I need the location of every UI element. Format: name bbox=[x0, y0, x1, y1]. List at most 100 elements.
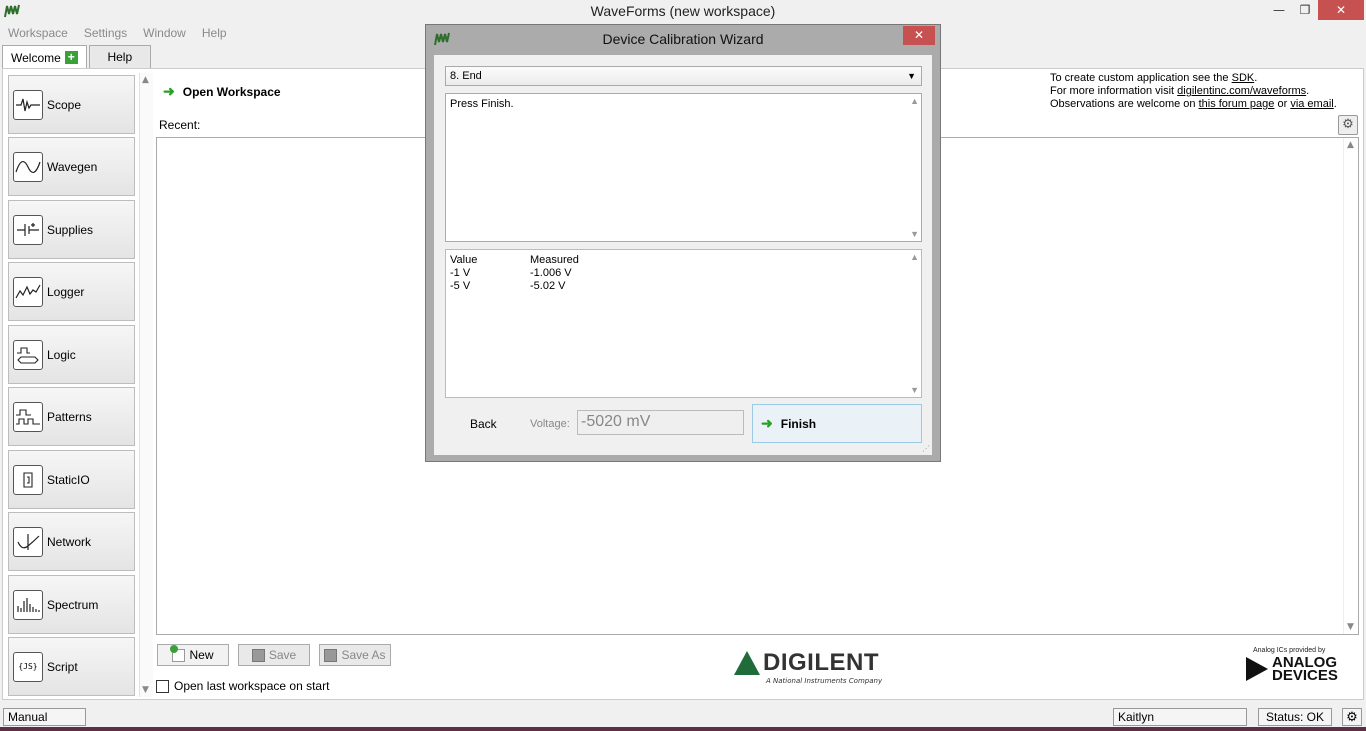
scroll-up-icon[interactable]: ▲ bbox=[1347, 140, 1354, 150]
scroll-down-icon[interactable]: ▼ bbox=[910, 385, 919, 395]
taskbar-strip bbox=[0, 727, 1366, 731]
manual-trigger-button[interactable]: Manual Trigger bbox=[3, 708, 86, 731]
menu-bar: Workspace Settings Window Help bbox=[0, 24, 235, 44]
staticio-icon bbox=[13, 464, 43, 495]
logic-icon bbox=[13, 339, 43, 370]
info-text-line: For more information visit bbox=[1050, 85, 1178, 97]
instructions-text[interactable]: Press Finish. ▲ ▼ bbox=[445, 93, 922, 242]
scroll-up-icon[interactable]: ▲ bbox=[910, 96, 919, 106]
finish-button-label: Finish bbox=[780, 416, 817, 431]
step-select-value: 8. End bbox=[450, 70, 482, 82]
device-indicator[interactable]: Kaitlyn SN:210321A1881E bbox=[1113, 708, 1247, 731]
table-row: -5 V -5.02 V bbox=[450, 280, 917, 293]
forum-link[interactable]: this forum page bbox=[1199, 98, 1275, 110]
adi-triangle-icon bbox=[1246, 657, 1268, 681]
digilent-wordmark: DIGILENT bbox=[763, 649, 879, 676]
sidebar-item-supplies[interactable]: Supplies bbox=[8, 200, 135, 259]
voltage-label: Voltage: bbox=[530, 418, 570, 430]
dialog-body: 8. End ▼ Press Finish. ▲ ▼ Value Measure… bbox=[434, 55, 932, 455]
sidebar-item-script[interactable]: {JS} Script bbox=[8, 637, 135, 696]
sidebar-item-patterns[interactable]: Patterns bbox=[8, 387, 135, 446]
info-text-line: Observations are welcome on bbox=[1050, 98, 1199, 110]
tab-bar: Welcome + Help bbox=[2, 45, 153, 69]
sidebar-scrollbar[interactable]: ▲ ▼ bbox=[139, 73, 153, 697]
sidebar-item-label: Script bbox=[47, 659, 78, 674]
patterns-icon bbox=[13, 401, 43, 432]
step-select[interactable]: 8. End ▼ bbox=[445, 66, 922, 86]
sidebar-item-wavegen[interactable]: Wavegen bbox=[8, 137, 135, 196]
save-as-button-label: Save As bbox=[341, 648, 386, 662]
sidebar-item-label: Network bbox=[47, 534, 92, 549]
back-button[interactable]: Back bbox=[470, 417, 497, 431]
column-header-measured: Measured bbox=[530, 254, 579, 266]
network-icon bbox=[13, 526, 43, 557]
sidebar-item-logic[interactable]: Logic bbox=[8, 325, 135, 384]
table-cell: -5 V bbox=[450, 280, 471, 292]
spectrum-icon bbox=[13, 589, 43, 620]
scroll-down-icon[interactable]: ▼ bbox=[910, 229, 919, 239]
finish-button[interactable]: ➜ Finish bbox=[752, 404, 922, 443]
calibration-wizard-dialog: Device Calibration Wizard ✕ 8. End ▼ Pre… bbox=[425, 24, 941, 462]
adi-line2: DEVICES bbox=[1272, 667, 1338, 684]
sidebar-item-label: Logic bbox=[47, 347, 76, 362]
info-text-line: or bbox=[1274, 98, 1291, 110]
tab-welcome[interactable]: Welcome + bbox=[2, 45, 87, 69]
tab-help[interactable]: Help bbox=[88, 45, 151, 68]
dialog-close-button[interactable]: ✕ bbox=[903, 26, 935, 45]
save-button-label: Save bbox=[268, 648, 297, 662]
sidebar-item-scope[interactable]: Scope bbox=[8, 75, 135, 134]
open-workspace-label: Open Workspace bbox=[182, 84, 281, 99]
sidebar-item-label: Wavegen bbox=[47, 159, 98, 174]
new-button[interactable]: New bbox=[157, 644, 229, 666]
menu-window[interactable]: Window bbox=[135, 24, 194, 44]
scroll-down-icon[interactable]: ▼ bbox=[142, 685, 149, 695]
close-button[interactable]: ✕ bbox=[1318, 0, 1364, 20]
tab-help-label: Help bbox=[107, 50, 133, 64]
recent-scrollbar[interactable]: ▲ ▼ bbox=[1343, 138, 1358, 634]
logger-icon bbox=[13, 276, 43, 307]
maximize-button[interactable]: ❐ bbox=[1292, 0, 1318, 20]
save-as-button[interactable]: Save As bbox=[319, 644, 391, 666]
sidebar-item-label: Patterns bbox=[47, 409, 92, 424]
settings-gear-icon[interactable]: ⚙ bbox=[1338, 115, 1358, 135]
sidebar-item-label: Scope bbox=[47, 97, 82, 112]
scroll-down-icon[interactable]: ▼ bbox=[1347, 622, 1354, 632]
checkbox-icon[interactable] bbox=[156, 679, 169, 693]
status-badge: Status: OK bbox=[1258, 708, 1332, 726]
window-title: WaveForms (new workspace) bbox=[590, 3, 776, 19]
digilent-triangle-icon bbox=[734, 651, 760, 675]
measurement-table: Value Measured -1 V -1.006 V -5 V -5.02 … bbox=[445, 249, 922, 398]
menu-help[interactable]: Help bbox=[194, 24, 235, 44]
sidebar-item-label: Logger bbox=[47, 284, 85, 299]
info-text: To create custom application see the SDK… bbox=[1050, 72, 1337, 111]
add-tab-icon[interactable]: + bbox=[64, 51, 78, 64]
wavegen-icon bbox=[13, 151, 43, 182]
sidebar-item-logger[interactable]: Logger bbox=[8, 262, 135, 321]
digilent-logo: DIGILENT A National Instruments Company bbox=[734, 649, 882, 685]
website-link[interactable]: digilentinc.com/waveforms bbox=[1177, 85, 1306, 97]
scroll-up-icon[interactable]: ▲ bbox=[910, 252, 919, 262]
instrument-sidebar: Scope Wavegen Supplies Logger Logic Patt… bbox=[6, 73, 156, 697]
email-link[interactable]: via email bbox=[1290, 98, 1333, 110]
info-text-line: . bbox=[1306, 85, 1310, 97]
chevron-down-icon: ▼ bbox=[907, 71, 916, 81]
menu-settings[interactable]: Settings bbox=[76, 24, 135, 44]
resize-grip-icon[interactable]: ⋰ bbox=[922, 444, 930, 453]
sidebar-item-staticio[interactable]: StaticIO bbox=[8, 450, 135, 509]
table-cell: -1 V bbox=[450, 267, 471, 279]
sidebar-item-network[interactable]: Network bbox=[8, 512, 135, 571]
save-as-icon bbox=[324, 648, 338, 662]
scroll-up-icon[interactable]: ▲ bbox=[142, 75, 149, 85]
minimize-button[interactable]: — bbox=[1266, 0, 1292, 20]
table-row: -1 V -1.006 V bbox=[450, 267, 917, 280]
open-workspace-link[interactable]: ➜ Open Workspace bbox=[163, 83, 281, 100]
open-last-workspace-checkbox[interactable]: Open last workspace on start bbox=[156, 679, 329, 693]
save-button[interactable]: Save bbox=[238, 644, 310, 666]
sdk-link[interactable]: SDK bbox=[1232, 72, 1255, 84]
menu-workspace[interactable]: Workspace bbox=[0, 24, 76, 44]
sidebar-item-spectrum[interactable]: Spectrum bbox=[8, 575, 135, 634]
voltage-input[interactable]: -5020 mV bbox=[577, 410, 744, 435]
sidebar-item-label: Spectrum bbox=[47, 597, 99, 612]
status-gear-icon[interactable]: ⚙ bbox=[1342, 708, 1362, 726]
title-bar: WaveForms (new workspace) — ❐ ✕ bbox=[0, 0, 1366, 23]
